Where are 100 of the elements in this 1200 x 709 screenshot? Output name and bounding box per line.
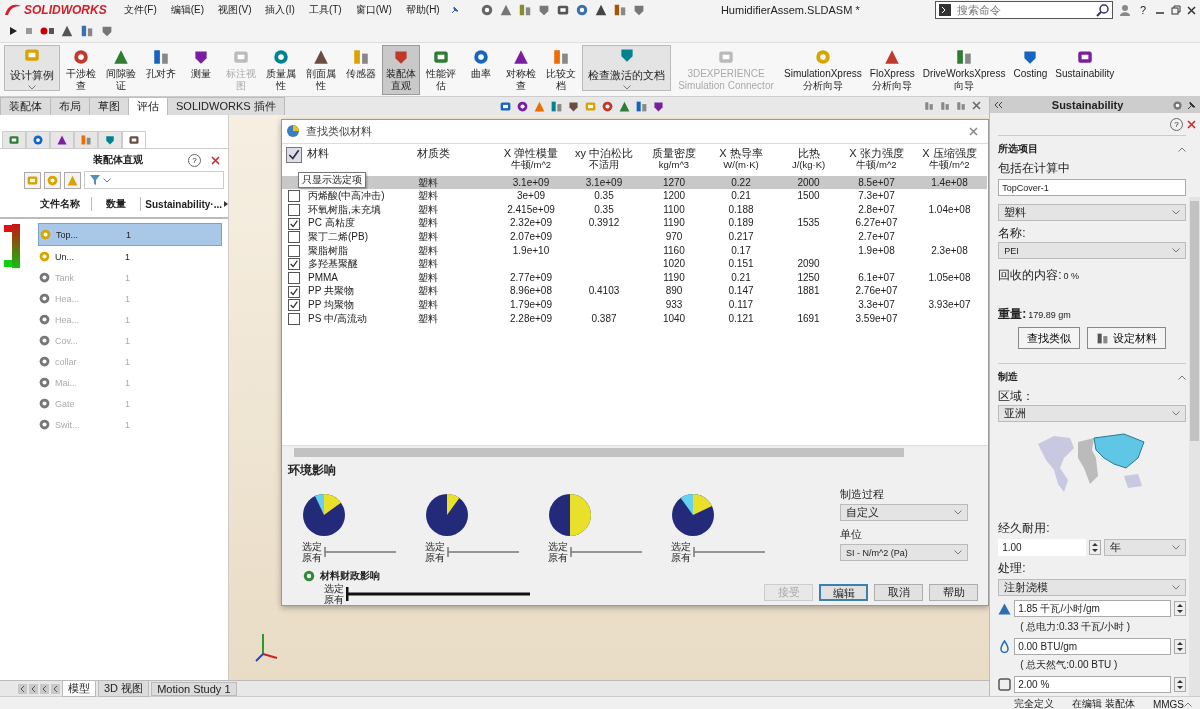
- column-header[interactable]: 数量: [92, 197, 141, 211]
- toolbar-icon[interactable]: [593, 3, 608, 17]
- nav-arrow-icon[interactable]: [29, 683, 38, 694]
- ribbon-button[interactable]: 对称检查: [502, 45, 540, 95]
- search-icon[interactable]: [1095, 3, 1109, 17]
- material-row[interactable]: 多羟基聚醚 塑料 1020 0.151 2090: [282, 257, 987, 271]
- command-tab[interactable]: 布局: [50, 97, 90, 115]
- component-field[interactable]: TopCover-1: [998, 179, 1186, 196]
- checkbox[interactable]: [288, 299, 300, 312]
- pin-icon[interactable]: [449, 5, 460, 15]
- macro-icon[interactable]: [60, 24, 74, 38]
- view-toolbar-icon[interactable]: [515, 99, 529, 113]
- menu-item[interactable]: 插入(I): [261, 3, 299, 17]
- process-dropdown[interactable]: 自定义: [840, 504, 968, 521]
- pin-icon[interactable]: [1187, 100, 1196, 110]
- column-header[interactable]: 文件名称: [28, 197, 92, 211]
- menu-item[interactable]: 视图(V): [214, 3, 256, 17]
- checkbox[interactable]: [288, 204, 300, 216]
- ribbon-button[interactable]: 传感器: [342, 45, 380, 91]
- ribbon-button[interactable]: 间隙验证: [102, 45, 140, 95]
- command-tab[interactable]: 草图: [89, 97, 129, 115]
- view-tab[interactable]: 模型: [62, 680, 96, 697]
- play-icon[interactable]: [8, 26, 18, 36]
- material-row[interactable]: 丙烯酸(中高冲击) 塑料 3e+09 0.35 1200 0.21 1500 7.3e+07: [282, 189, 987, 204]
- nav-arrow-icon[interactable]: [18, 683, 27, 694]
- toolbar-icon[interactable]: [612, 3, 627, 17]
- class-dropdown[interactable]: 塑料: [998, 204, 1186, 221]
- dialog-button[interactable]: 取消: [874, 584, 923, 601]
- help-button[interactable]: ?: [1136, 4, 1149, 16]
- column-header[interactable]: xy 中泊松比 不适用: [566, 143, 642, 176]
- column-header[interactable]: Sustainability·...: [145, 198, 222, 210]
- menu-item[interactable]: 文件(F): [120, 3, 161, 17]
- material-row[interactable]: PC 高粘度 塑料 2.32e+09 0.3912 1190 0.189 1535 6.27e+07: [282, 216, 987, 231]
- command-tab[interactable]: 装配体: [0, 97, 51, 115]
- ribbon-button[interactable]: 设计算例: [4, 45, 60, 91]
- ribbon-button[interactable]: 检查激活的文档: [582, 45, 671, 91]
- collapse-icon[interactable]: [1184, 701, 1192, 707]
- material-row[interactable]: PP 均聚物 塑料 1.79e+09 933 0.117 3.3e+07 3.93e+07: [282, 298, 987, 312]
- toolbar-icon[interactable]: [555, 3, 570, 17]
- material-row[interactable]: 聚丁二烯(PB) 塑料 2.07e+09 970 0.217 2.7e+07: [282, 230, 987, 244]
- menu-item[interactable]: 窗口(W): [351, 3, 396, 17]
- column-header[interactable]: X 热导率 W/(m·K): [706, 143, 776, 176]
- command-tab[interactable]: SOLIDWORKS 插件: [167, 97, 285, 115]
- search-field[interactable]: 搜索命令: [954, 3, 1092, 17]
- ribbon-button[interactable]: 测量: [182, 45, 220, 91]
- checkbox[interactable]: [288, 217, 300, 230]
- dialog-button[interactable]: 编辑: [819, 584, 868, 601]
- panel-tab[interactable]: [2, 131, 26, 148]
- material-row[interactable]: 只显示选定项 塑料 3.1e+09 3.1e+09 1270 0.22 2000 8.5e+07 1.4e+08: [282, 175, 987, 190]
- view-toolbar-icon[interactable]: [549, 99, 563, 113]
- stop-icon[interactable]: [24, 26, 34, 36]
- spinner-icon[interactable]: [1174, 601, 1186, 616]
- spinner-icon[interactable]: [1174, 677, 1186, 692]
- view-toolbar-icon[interactable]: [651, 99, 665, 113]
- column-header[interactable]: X 压缩强度 牛顿/m^2: [912, 143, 987, 176]
- view-tab[interactable]: Motion Study 1: [151, 681, 237, 696]
- ribbon-button[interactable]: DriveWorksXpress 向导: [919, 45, 1009, 95]
- menu-item[interactable]: 编辑(E): [166, 3, 209, 17]
- ribbon-button[interactable]: 比较文档: [542, 45, 580, 95]
- material-row[interactable]: 环氧树脂,未充填 塑料 2.415e+09 0.35 1100 0.188 2.8e+07 1.04e+08: [282, 203, 987, 217]
- checkbox[interactable]: [288, 312, 300, 325]
- collapse-icon[interactable]: [1178, 374, 1186, 380]
- view-toolbar-icon[interactable]: [634, 99, 648, 113]
- user-icon[interactable]: [1118, 4, 1131, 16]
- checkbox[interactable]: [288, 272, 300, 284]
- component-row[interactable]: Top... 1: [38, 223, 222, 246]
- macro-icon[interactable]: [80, 24, 94, 38]
- column-header[interactable]: X 张力强度 牛顿/m^2: [841, 143, 912, 176]
- nav-arrow-icon[interactable]: [51, 683, 60, 694]
- ribbon-button[interactable]: 装配体直观: [382, 45, 420, 95]
- column-header[interactable]: 材质类: [416, 143, 496, 176]
- restore-icon[interactable]: [1171, 5, 1181, 15]
- window-control-icon[interactable]: [924, 101, 935, 111]
- column-header[interactable]: 质量密度 kg/m^3: [642, 143, 706, 176]
- spinner-icon[interactable]: [1174, 639, 1186, 654]
- ribbon-button[interactable]: Costing: [1010, 45, 1051, 91]
- panel-tab[interactable]: [26, 131, 50, 148]
- lifetime-field[interactable]: 1.00: [998, 539, 1087, 556]
- close-icon[interactable]: [211, 155, 220, 165]
- gas-field[interactable]: 0.00 BTU/gm: [1014, 638, 1171, 655]
- column-header[interactable]: X 弹性模量 牛顿/m^2: [496, 143, 566, 176]
- ribbon-button[interactable]: SimulationXpress 分析向导: [781, 45, 865, 95]
- panel-tab[interactable]: [50, 131, 74, 148]
- nav-arrow-icon[interactable]: [40, 683, 49, 694]
- energy-field[interactable]: 1.85 千瓦/小时/gm: [1014, 600, 1171, 617]
- view-toolbar-icon[interactable]: [498, 99, 512, 113]
- settings-icon[interactable]: [1172, 99, 1183, 111]
- checkbox[interactable]: [288, 244, 300, 257]
- ribbon-button[interactable]: 孔对齐: [142, 45, 180, 91]
- search-box[interactable]: 搜索命令: [934, 1, 1113, 19]
- show-selected-checkbox[interactable]: [286, 146, 302, 163]
- toolbar-icon[interactable]: [574, 3, 589, 17]
- toolbar-icon[interactable]: [479, 3, 494, 17]
- checkbox[interactable]: [288, 231, 300, 244]
- arrow-right-icon[interactable]: [224, 201, 228, 207]
- view-tab[interactable]: 3D 视图: [98, 680, 150, 697]
- menu-item[interactable]: 工具(T): [304, 3, 346, 17]
- window-control-icon[interactable]: [956, 101, 967, 111]
- ribbon-button[interactable]: 干涉检查: [62, 45, 100, 95]
- record-icon[interactable]: [40, 26, 54, 36]
